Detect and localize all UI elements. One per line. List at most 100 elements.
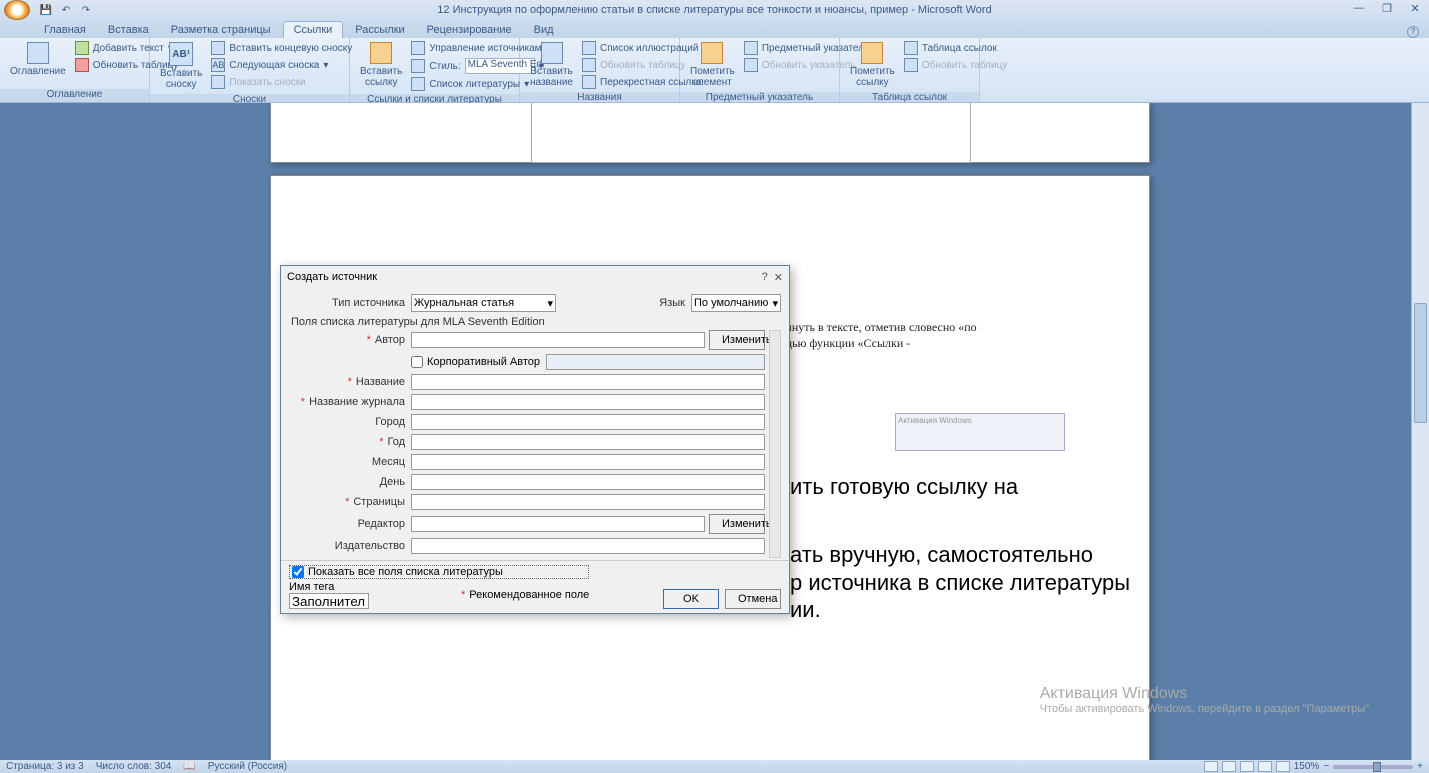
- field-input-2[interactable]: [411, 374, 765, 390]
- toc-label: Оглавление: [10, 66, 66, 77]
- footnote-icon: AB¹: [169, 42, 193, 66]
- tab-review[interactable]: Рецензирование: [417, 22, 522, 38]
- insert-citation-button[interactable]: Вставить ссылку: [354, 40, 408, 90]
- corporate-author-input[interactable]: [546, 354, 765, 370]
- edit-button[interactable]: Изменить: [709, 330, 765, 350]
- tab-home[interactable]: Главная: [34, 22, 96, 38]
- toa-icon: [904, 41, 918, 55]
- field-label: Издательство: [289, 540, 411, 552]
- caption-icon: [541, 42, 563, 64]
- toc-button[interactable]: Оглавление: [4, 40, 72, 79]
- create-source-dialog: Создать источник ? ✕ Тип источника Журна…: [280, 265, 790, 614]
- maximize-button[interactable]: ❐: [1377, 2, 1397, 16]
- zoom-out-button[interactable]: −: [1323, 761, 1329, 772]
- redo-icon[interactable]: ↷: [78, 2, 94, 18]
- endnote-icon: [211, 41, 225, 55]
- fields-section-label: Поля списка литературы для MLA Seventh E…: [291, 316, 781, 328]
- scrollbar-thumb[interactable]: [1414, 303, 1427, 423]
- dialog-close-button[interactable]: ✕: [774, 271, 783, 284]
- field-label: *Год: [289, 436, 411, 448]
- full-screen-view[interactable]: [1222, 761, 1236, 772]
- zoom-slider[interactable]: [1333, 765, 1413, 769]
- tab-mailings[interactable]: Рассылки: [345, 22, 414, 38]
- web-layout-view[interactable]: [1240, 761, 1254, 772]
- update-icon: [75, 58, 89, 72]
- index-icon: [744, 41, 758, 55]
- language-label: Язык: [659, 297, 691, 309]
- chevron-down-icon: ▾: [547, 297, 553, 310]
- document-text: ать вручную, самостоятельно р источника …: [790, 541, 1130, 624]
- vertical-scrollbar[interactable]: [1411, 103, 1429, 760]
- field-input-4[interactable]: [411, 414, 765, 430]
- insert-caption-button[interactable]: Вставить название: [524, 40, 579, 90]
- field-input-0[interactable]: [411, 332, 705, 348]
- tab-page-layout[interactable]: Разметка страницы: [161, 22, 281, 38]
- outline-view[interactable]: [1258, 761, 1272, 772]
- office-button[interactable]: [4, 0, 30, 20]
- update-icon: [744, 58, 758, 72]
- title-bar: 💾 ↶ ↷ 12 Инструкция по оформлению статьи…: [0, 0, 1429, 20]
- field-label: День: [289, 476, 411, 488]
- tag-name-input[interactable]: [289, 593, 369, 609]
- field-input-9[interactable]: [411, 516, 705, 532]
- manage-sources-icon: [411, 41, 425, 55]
- group-index-label: Предметный указатель: [680, 92, 839, 103]
- group-toc-label: Оглавление: [0, 89, 149, 102]
- dialog-scrollbar[interactable]: [769, 330, 781, 558]
- undo-icon[interactable]: ↶: [58, 2, 74, 18]
- field-label: *Автор: [289, 334, 411, 346]
- source-type-select[interactable]: Журнальная статья▾: [411, 294, 556, 312]
- print-layout-view[interactable]: [1204, 761, 1218, 772]
- dialog-titlebar: Создать источник ? ✕: [281, 266, 789, 288]
- field-input-8[interactable]: [411, 494, 765, 510]
- ok-button[interactable]: OK: [663, 589, 719, 609]
- edit-button[interactable]: Изменить: [709, 514, 765, 534]
- crossref-icon: [582, 75, 596, 89]
- field-label: Город: [289, 416, 411, 428]
- language-indicator[interactable]: Русский (Россия): [208, 761, 287, 772]
- zoom-in-button[interactable]: +: [1417, 761, 1423, 772]
- save-icon[interactable]: 💾: [38, 2, 54, 18]
- tab-references[interactable]: Ссылки: [283, 21, 344, 38]
- tab-view[interactable]: Вид: [524, 22, 564, 38]
- table-of-authorities-button[interactable]: Таблица ссылок: [901, 40, 1011, 56]
- spell-check-icon[interactable]: 📖: [183, 761, 195, 772]
- field-label: *Страницы: [289, 496, 411, 508]
- next-footnote-button[interactable]: ABСледующая сноска ▾: [208, 57, 355, 73]
- language-select[interactable]: По умолчанию▾: [691, 294, 781, 312]
- source-type-label: Тип источника: [289, 297, 411, 309]
- tab-insert[interactable]: Вставка: [98, 22, 159, 38]
- preview-thumbnail: Активация Windows: [895, 413, 1065, 451]
- mark-citation-button[interactable]: Пометить ссылку: [844, 40, 901, 90]
- corporate-author-checkbox[interactable]: Корпоративный Автор: [411, 356, 540, 368]
- page-indicator[interactable]: Страница: 3 из 3: [6, 761, 84, 772]
- dialog-help-button[interactable]: ?: [762, 271, 768, 284]
- close-button[interactable]: ✕: [1405, 2, 1425, 16]
- field-input-10[interactable]: [411, 538, 765, 554]
- field-input-3[interactable]: [411, 394, 765, 410]
- group-toa-label: Таблица ссылок: [840, 92, 979, 103]
- cancel-button[interactable]: Отмена: [725, 589, 781, 609]
- zoom-level[interactable]: 150%: [1294, 761, 1320, 772]
- show-all-fields-checkbox[interactable]: Показать все поля списка литературы: [289, 565, 589, 579]
- show-notes-button[interactable]: Показать сноски: [208, 74, 355, 90]
- word-count[interactable]: Число слов: 304: [96, 761, 172, 772]
- field-label: Месяц: [289, 456, 411, 468]
- ribbon-tabs: Главная Вставка Разметка страницы Ссылки…: [0, 20, 1429, 38]
- draft-view[interactable]: [1276, 761, 1290, 772]
- minimize-button[interactable]: —: [1349, 2, 1369, 16]
- add-text-icon: [75, 41, 89, 55]
- field-label: Редактор: [289, 518, 411, 530]
- mark-entry-button[interactable]: Пометить элемент: [684, 40, 741, 90]
- show-notes-icon: [211, 75, 225, 89]
- field-input-6[interactable]: [411, 454, 765, 470]
- insert-endnote-button[interactable]: Вставить концевую сноску: [208, 40, 355, 56]
- bibliography-icon: [411, 77, 425, 91]
- field-input-5[interactable]: [411, 434, 765, 450]
- insert-footnote-button[interactable]: AB¹Вставить сноску: [154, 40, 208, 92]
- update-toa-button[interactable]: Обновить таблицу: [901, 57, 1011, 73]
- field-input-7[interactable]: [411, 474, 765, 490]
- window-title: 12 Инструкция по оформлению статьи в спи…: [437, 4, 991, 16]
- citation-icon: [370, 42, 392, 64]
- hide-ribbon-button[interactable]: ?: [1407, 26, 1419, 38]
